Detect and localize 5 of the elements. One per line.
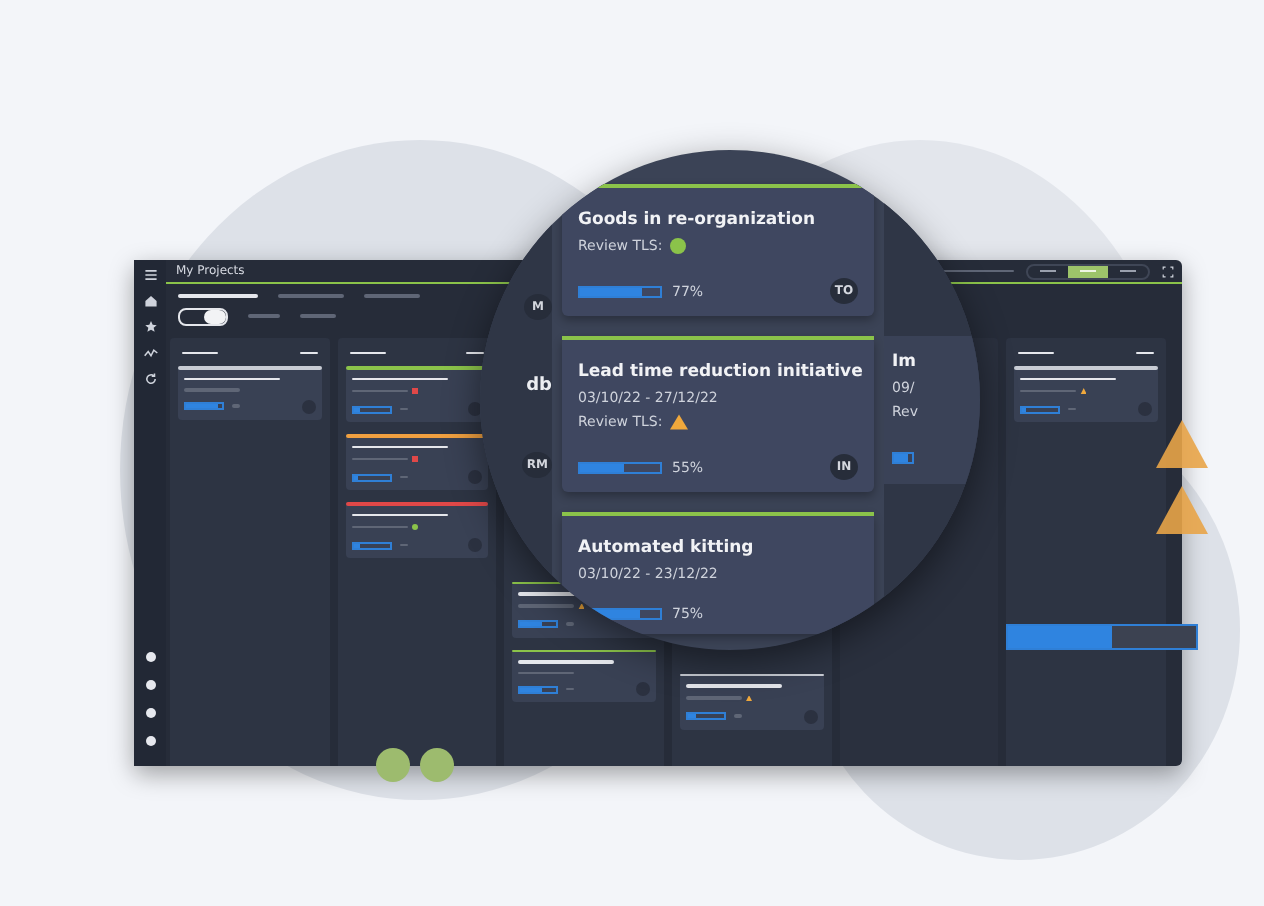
card-title: Lead time reduction initiative	[578, 362, 858, 382]
card-title: db	[526, 376, 552, 396]
card-title: Im	[892, 352, 919, 372]
card-title: Automated kitting	[578, 538, 756, 558]
card-title: Goods in re-organization	[578, 210, 818, 230]
